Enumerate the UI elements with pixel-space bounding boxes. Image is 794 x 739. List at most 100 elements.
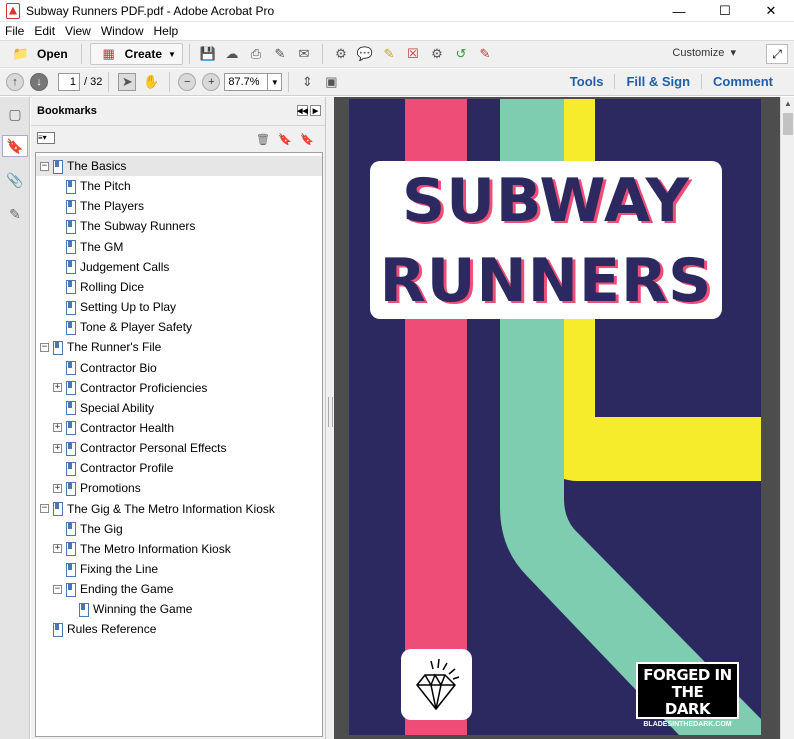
page-thumbnails-icon[interactable]: ▢	[5, 103, 25, 125]
bookmark-item[interactable]: Winning the Game	[66, 599, 192, 619]
page-number-input[interactable]: 1	[58, 73, 80, 91]
menu-view[interactable]: View	[60, 24, 96, 38]
bookmark-item[interactable]: The Pitch	[53, 176, 131, 196]
menu-window[interactable]: Window	[96, 24, 149, 38]
minimize-button[interactable]: —	[656, 0, 702, 22]
comment-link[interactable]: Comment	[701, 74, 784, 89]
collapse-toggle-icon[interactable]: −	[40, 342, 49, 352]
zoom-in-button[interactable]: +	[202, 73, 221, 91]
acrobat-icon	[6, 2, 20, 19]
customize-menu[interactable]: Customize ▾	[672, 46, 736, 59]
collapse-panel-button[interactable]: ◀◀	[297, 105, 308, 116]
navigation-pane-rail: ▢ 🔖 📎 ✎	[0, 97, 30, 739]
expand-bookmark-icon[interactable]: 🔖	[300, 132, 314, 146]
fill-sign-link[interactable]: Fill & Sign	[614, 74, 701, 89]
bookmark-item[interactable]: The Gig	[53, 519, 123, 539]
bookmark-item[interactable]: The GM	[53, 237, 123, 257]
bookmarks-panel: Bookmarks ◀◀ ▶ ≡▾ 🗑 🔖 🔖 − The Basics The P…	[31, 97, 326, 739]
gear-icon[interactable]: ⚙	[332, 45, 350, 63]
zoom-out-button[interactable]: −	[178, 73, 197, 91]
hand-tool-icon[interactable]: ✋	[142, 73, 160, 91]
expand-icon[interactable]: ⤢	[766, 44, 788, 64]
next-page-button[interactable]: ↓	[30, 73, 48, 91]
open-button[interactable]: 📁 Open	[2, 43, 75, 65]
bookmark-item[interactable]: Fixing the Line	[53, 559, 158, 579]
menu-edit[interactable]: Edit	[29, 24, 60, 38]
bookmark-icon	[53, 622, 63, 637]
edit-icon[interactable]: ✎	[271, 45, 289, 63]
badge-url: BLADESINTHEDARK.COM	[643, 721, 732, 728]
scroll-thumb[interactable]	[783, 113, 793, 135]
bookmarks-icon[interactable]: 🔖	[2, 135, 28, 157]
bookmark-item[interactable]: − The Gig & The Metro Information Kiosk	[40, 499, 275, 519]
bookmark-icon	[53, 502, 63, 517]
bookmark-item[interactable]: The Subway Runners	[53, 216, 195, 236]
expand-toggle-icon[interactable]: +	[53, 483, 62, 493]
bookmark-icon	[66, 199, 76, 214]
trash-icon[interactable]: 🗑	[256, 132, 270, 146]
cloud-upload-icon[interactable]: ☁	[223, 45, 241, 63]
email-icon[interactable]: ✉	[295, 45, 313, 63]
expand-toggle-icon[interactable]: +	[53, 544, 62, 554]
bookmark-item[interactable]: + Contractor Personal Effects	[53, 438, 227, 458]
maximize-button[interactable]: ☐	[702, 0, 748, 22]
zoom-level-input[interactable]: 87.7%	[224, 73, 269, 91]
bookmark-item[interactable]: Tone & Player Safety	[53, 317, 192, 337]
expand-toggle-icon[interactable]: +	[53, 383, 62, 393]
new-bookmark-icon[interactable]: 🔖	[278, 132, 292, 146]
bookmark-item[interactable]: + Contractor Health	[53, 418, 174, 438]
bookmark-icon	[66, 320, 76, 335]
bookmark-icon	[66, 461, 76, 476]
bookmark-item[interactable]: The Players	[53, 196, 144, 216]
bookmark-item[interactable]: Setting Up to Play	[53, 297, 176, 317]
vertical-scrollbar[interactable]: ▲	[780, 97, 794, 739]
bookmark-item[interactable]: Rolling Dice	[53, 277, 144, 297]
scroll-up-icon[interactable]: ▲	[784, 99, 792, 108]
collapse-toggle-icon[interactable]: −	[40, 504, 49, 514]
collapse-toggle-icon[interactable]: −	[40, 161, 49, 171]
menu-help[interactable]: Help	[149, 24, 184, 38]
print-icon[interactable]: ⎙	[247, 45, 265, 63]
bookmark-item[interactable]: − The Basics	[36, 156, 322, 176]
delete-pages-icon[interactable]: ☒	[404, 45, 422, 63]
bookmark-item[interactable]: + The Metro Information Kiosk	[53, 539, 231, 559]
attachments-icon[interactable]: 📎	[5, 169, 25, 191]
expand-toggle-icon[interactable]: +	[53, 423, 62, 433]
cover-title-line2: RUNNERS	[379, 246, 713, 316]
bookmark-icon	[79, 602, 89, 617]
bookmark-item[interactable]: Judgement Calls	[53, 257, 169, 277]
panel-splitter[interactable]	[326, 97, 334, 739]
export-icon[interactable]: ↺	[452, 45, 470, 63]
options-menu-icon[interactable]: ≡▾	[37, 132, 55, 144]
bookmark-item[interactable]: − Ending the Game	[53, 579, 173, 599]
expand-toggle-icon[interactable]: +	[53, 443, 62, 453]
signatures-icon[interactable]: ✎	[5, 203, 25, 225]
create-button[interactable]: ▦ Create ▼	[89, 43, 183, 65]
menu-file[interactable]: File	[0, 24, 29, 38]
bookmark-item[interactable]: + Contractor Proficiencies	[53, 378, 207, 398]
bookmark-item[interactable]: Rules Reference	[40, 619, 156, 639]
comment-icon[interactable]: 💬	[356, 45, 374, 63]
save-icon[interactable]: 💾	[199, 45, 217, 63]
bookmark-item[interactable]: + Promotions	[53, 478, 141, 498]
badge-line2: DARK	[664, 700, 711, 718]
previous-page-button[interactable]: ↑	[6, 73, 24, 91]
fit-page-icon[interactable]: ▣	[322, 73, 340, 91]
bookmark-item[interactable]: Special Ability	[53, 398, 154, 418]
zoom-dropdown-icon[interactable]: ▼	[268, 73, 283, 91]
close-button[interactable]: ✕	[748, 0, 794, 22]
select-cursor-icon[interactable]: ➤	[118, 73, 137, 91]
highlight-icon[interactable]: ✎	[380, 45, 398, 63]
bookmark-item[interactable]: − The Runner's File	[40, 337, 161, 357]
tools-link[interactable]: Tools	[559, 74, 615, 89]
collapse-toggle-icon[interactable]: −	[53, 584, 62, 594]
navigation-toolbar: ↑ ↓ 1 / 32 ➤ ✋ − + 87.7% ▼ ⇕ ▣ Tools Fil…	[0, 69, 794, 96]
protect-icon[interactable]: ⚙	[428, 45, 446, 63]
expand-panel-button[interactable]: ▶	[310, 105, 321, 116]
scroll-mode-icon[interactable]: ⇕	[298, 73, 316, 91]
bookmark-item[interactable]: Contractor Bio	[53, 358, 157, 378]
toolbar-divider	[80, 44, 82, 64]
sign-icon[interactable]: ✎	[476, 45, 494, 63]
bookmark-item[interactable]: Contractor Profile	[53, 458, 173, 478]
toolbar-divider	[321, 44, 323, 64]
